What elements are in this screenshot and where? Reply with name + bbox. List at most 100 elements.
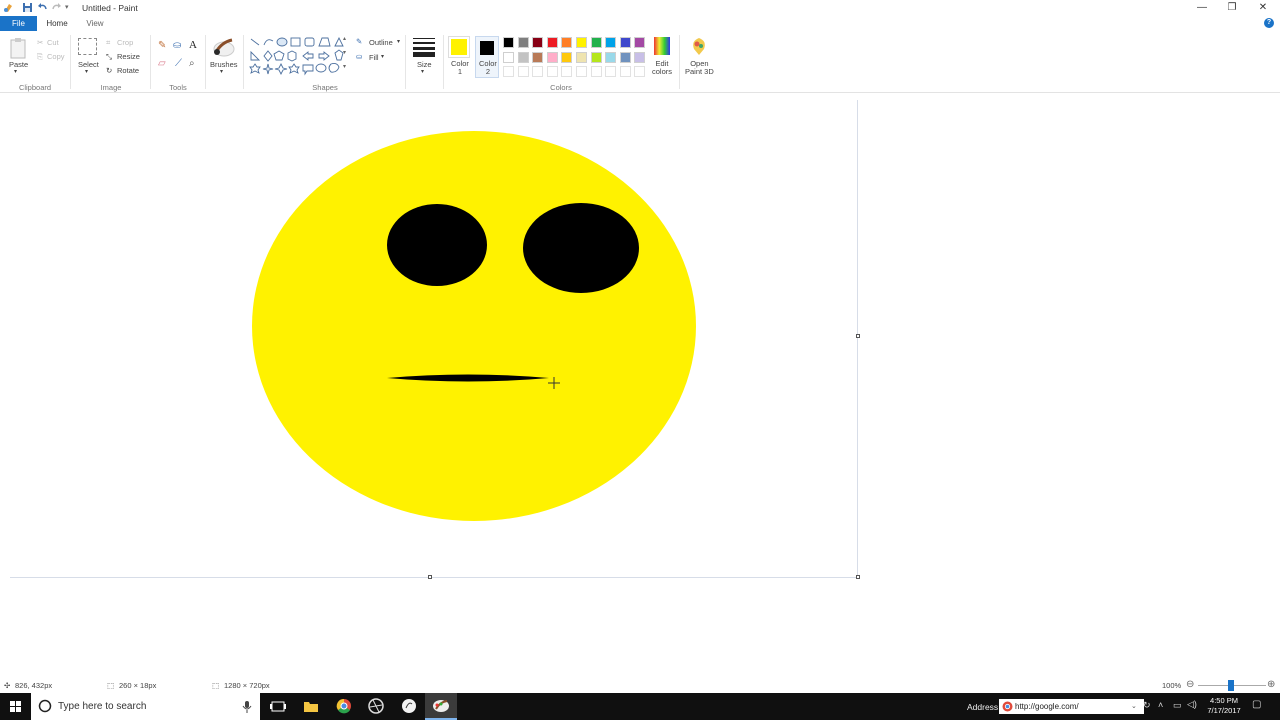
chrome-icon <box>336 698 351 714</box>
palette-swatch[interactable] <box>517 51 529 63</box>
fill-bucket-icon[interactable]: ⛀ <box>173 40 181 51</box>
copy-button[interactable]: Copy <box>47 52 65 61</box>
show-hidden-icons-icon[interactable]: ˄ <box>1158 700 1163 710</box>
paint-taskbar-button[interactable] <box>425 693 457 720</box>
maximize-button[interactable]: ❐ <box>1217 0 1247 16</box>
cut-button[interactable]: Cut <box>47 38 59 47</box>
palette-swatch[interactable] <box>590 51 602 63</box>
select-icon[interactable] <box>78 38 97 55</box>
shapes-scroll-up-icon[interactable]: ▴ <box>343 35 346 42</box>
color-picker-icon[interactable]: ⟋ <box>175 58 182 69</box>
palette-custom-swatch[interactable] <box>532 66 544 77</box>
zoom-slider-thumb[interactable] <box>1228 680 1234 691</box>
address-dropdown-icon[interactable]: ⌄ <box>1131 702 1137 710</box>
resize-button[interactable]: Resize <box>117 52 140 61</box>
canvas-resize-handle-bottom[interactable] <box>428 575 432 579</box>
app-button[interactable] <box>393 693 425 720</box>
palette-swatch[interactable] <box>561 51 573 63</box>
action-center-icon[interactable]: ▢ <box>1252 699 1261 710</box>
eraser-icon[interactable]: ▱ <box>158 58 166 69</box>
taskbar-clock[interactable]: 4:50 PM 7/17/2017 <box>1202 696 1246 716</box>
shapes-more-icon[interactable]: ▾ <box>343 63 346 70</box>
palette-swatch[interactable] <box>503 37 514 48</box>
palette-custom-swatch[interactable] <box>546 66 558 77</box>
palette-swatch[interactable] <box>619 37 631 48</box>
refresh-icon[interactable]: ↻ <box>1143 700 1151 711</box>
pencil-icon[interactable]: ✎ <box>158 40 166 51</box>
minimize-button[interactable]: — <box>1187 0 1217 16</box>
palette-swatch[interactable] <box>532 37 544 48</box>
palette-swatch[interactable] <box>605 51 617 63</box>
shapes-gallery[interactable] <box>248 36 348 78</box>
crop-button[interactable]: Crop <box>117 38 133 47</box>
palette-swatch[interactable] <box>503 51 514 63</box>
text-tool-icon[interactable]: A <box>189 39 197 51</box>
canvas-resize-handle-corner[interactable] <box>856 575 860 579</box>
palette-swatch[interactable] <box>561 37 573 48</box>
brushes-dropdown-icon[interactable]: ▾ <box>220 68 223 75</box>
rotate-button[interactable]: Rotate <box>117 66 139 75</box>
magnifier-icon[interactable]: ⌕ <box>189 58 195 69</box>
start-button[interactable] <box>0 693 31 720</box>
fill-dropdown[interactable]: Fill <box>369 53 379 62</box>
zoom-in-icon[interactable]: ⊕ <box>1267 679 1275 690</box>
edit-colors-label: Edit colors <box>652 59 673 76</box>
address-input[interactable]: http://google.com/ ⌄ <box>999 699 1144 714</box>
select-dropdown-icon[interactable]: ▾ <box>85 68 88 75</box>
tab-home[interactable]: Home <box>41 16 73 31</box>
palette-custom-swatch[interactable] <box>634 66 646 77</box>
color1-button[interactable] <box>448 36 470 58</box>
palette-custom-swatch[interactable] <box>619 66 631 77</box>
palette-custom-swatch[interactable] <box>605 66 617 77</box>
edit-colors-button[interactable] <box>653 36 671 58</box>
file-explorer-button[interactable] <box>295 693 327 720</box>
palette-custom-swatch[interactable] <box>576 66 587 77</box>
palette-swatch[interactable] <box>605 37 617 48</box>
outline-dropdown[interactable]: Outline <box>369 38 393 47</box>
fill-dropdown-icon[interactable]: ▾ <box>381 53 384 60</box>
chrome-button[interactable] <box>328 693 360 720</box>
brushes-button[interactable] <box>212 36 236 60</box>
tab-view[interactable]: View <box>80 16 110 31</box>
palette-custom-swatch[interactable] <box>517 66 529 77</box>
camera-app-button[interactable] <box>360 693 392 720</box>
palette-custom-swatch[interactable] <box>503 66 514 77</box>
save-icon[interactable] <box>22 2 33 13</box>
help-icon[interactable]: ? <box>1264 18 1274 28</box>
palette-swatch[interactable] <box>576 51 587 63</box>
palette-swatch[interactable] <box>532 51 544 63</box>
outline-dropdown-icon[interactable]: ▾ <box>397 38 400 45</box>
taskbar-search[interactable]: Type here to search <box>31 693 260 720</box>
shapes-scroll-down-icon[interactable]: ▾ <box>343 49 346 56</box>
palette-swatch[interactable] <box>517 37 529 48</box>
canvas-resize-handle-right[interactable] <box>856 334 860 338</box>
size-dropdown-icon[interactable]: ▾ <box>421 68 424 75</box>
palette-swatch[interactable] <box>619 51 631 63</box>
volume-icon[interactable]: ◁) <box>1187 699 1197 710</box>
palette-swatch[interactable] <box>634 51 646 63</box>
close-button[interactable]: ✕ <box>1248 0 1278 16</box>
palette-swatch[interactable] <box>546 51 558 63</box>
palette-swatch[interactable] <box>546 37 558 48</box>
customize-quick-access-icon[interactable]: ▾ <box>65 3 76 14</box>
open-paint3d-button[interactable] <box>690 37 708 59</box>
task-view-button[interactable] <box>262 693 294 720</box>
palette-swatch[interactable] <box>576 37 587 48</box>
microphone-icon[interactable] <box>242 700 252 713</box>
size-icon[interactable] <box>413 37 435 57</box>
paste-icon <box>10 38 26 59</box>
task-view-icon <box>270 701 286 712</box>
selection-size-icon: ⬚ <box>107 681 115 690</box>
undo-icon[interactable] <box>37 2 48 13</box>
tab-file[interactable]: File <box>0 16 37 31</box>
palette-swatch[interactable] <box>590 37 602 48</box>
ribbon: Paste ▾ ✂ Cut ⎘ Copy Clipboard Select ▾ … <box>0 31 1280 93</box>
redo-icon[interactable] <box>51 2 62 13</box>
drawing-canvas[interactable] <box>0 100 858 578</box>
paste-dropdown-icon[interactable]: ▾ <box>14 68 17 75</box>
palette-swatch[interactable] <box>634 37 646 48</box>
palette-custom-swatch[interactable] <box>590 66 602 77</box>
network-icon[interactable]: ▭ <box>1173 700 1182 711</box>
zoom-out-icon[interactable]: ⊖ <box>1186 679 1194 690</box>
palette-custom-swatch[interactable] <box>561 66 573 77</box>
